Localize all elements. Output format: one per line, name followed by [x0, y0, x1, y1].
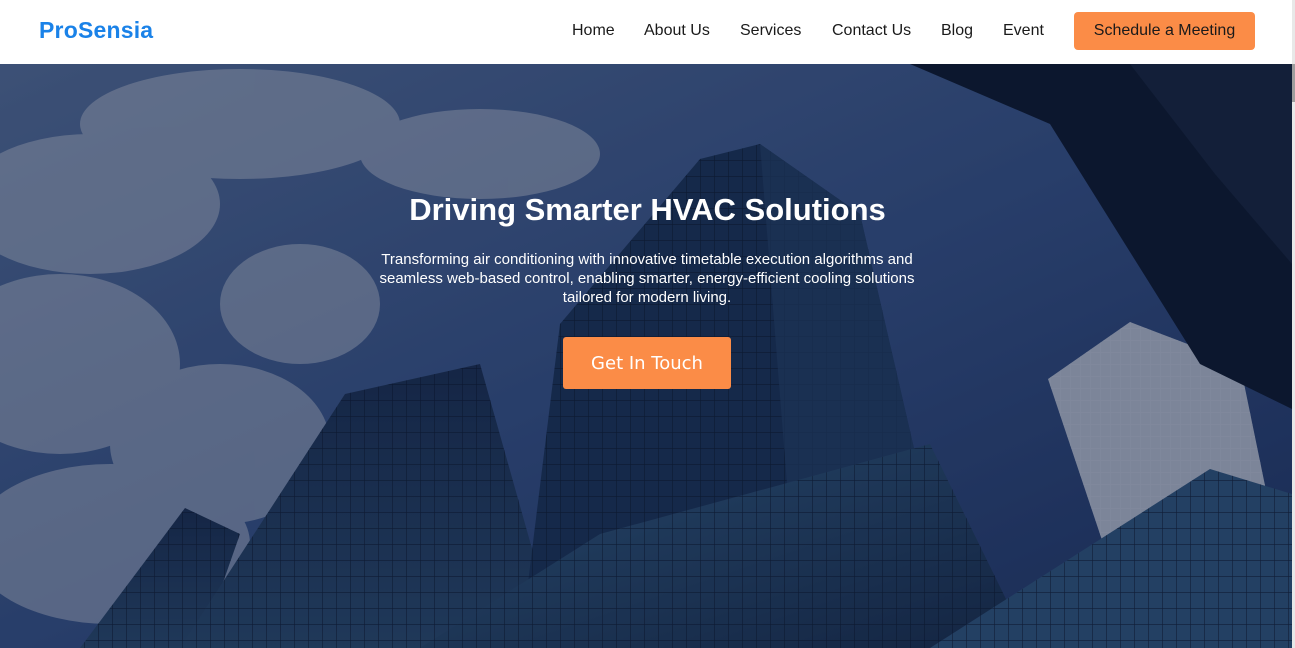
schedule-meeting-button[interactable]: Schedule a Meeting	[1074, 12, 1255, 50]
hero-description: Transforming air conditioning with innov…	[379, 251, 915, 306]
nav-services[interactable]: Services	[740, 22, 801, 40]
nav-home[interactable]: Home	[572, 22, 615, 40]
get-in-touch-button[interactable]: Get In Touch	[563, 337, 731, 389]
nav-event[interactable]: Event	[1003, 22, 1044, 40]
hero-title: Driving Smarter HVAC Solutions	[409, 192, 886, 227]
nav-about-us[interactable]: About Us	[644, 22, 710, 40]
nav-blog[interactable]: Blog	[941, 22, 973, 40]
site-header: ProSensia Home About Us Services Contact…	[0, 0, 1295, 64]
nav-contact-us[interactable]: Contact Us	[832, 22, 911, 40]
brand-logo[interactable]: ProSensia	[39, 17, 153, 44]
